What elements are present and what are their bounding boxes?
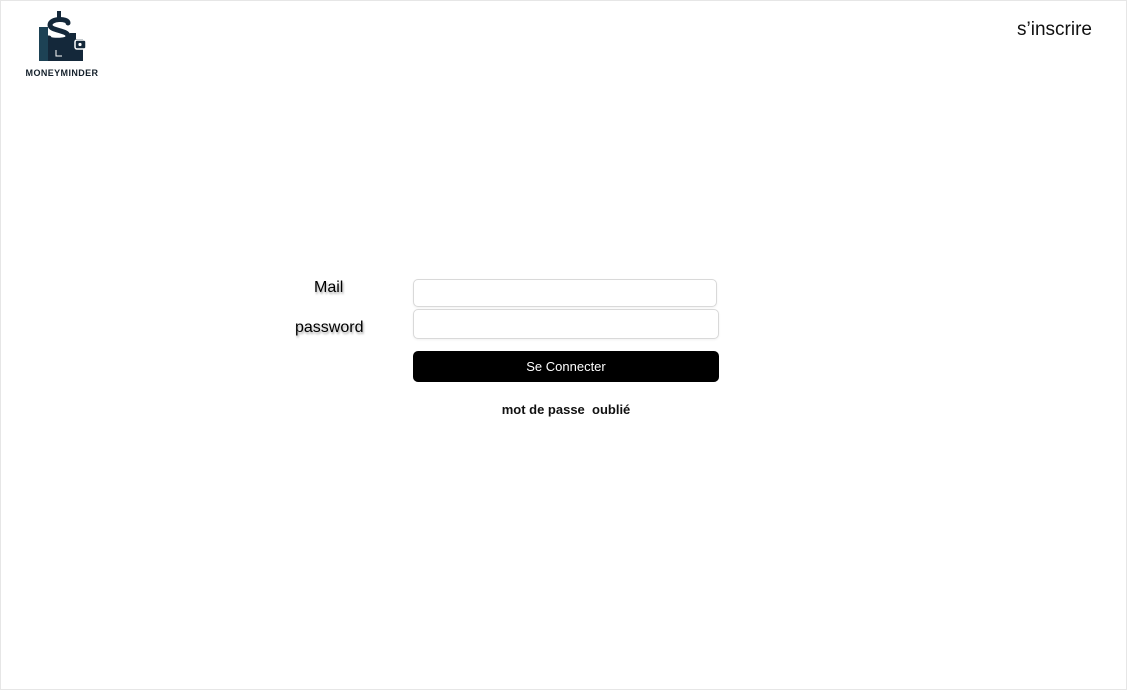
- mail-label: Mail: [314, 279, 344, 296]
- connect-button[interactable]: Se Connecter: [413, 351, 719, 382]
- logo[interactable]: MONEYMINDER: [23, 9, 101, 81]
- forgot-password-link[interactable]: mot de passe oublié: [413, 402, 719, 417]
- password-input[interactable]: [413, 309, 719, 339]
- login-page: MONEYMINDER s’inscrire Mail password Se …: [0, 0, 1127, 690]
- signup-link[interactable]: s’inscrire: [1017, 19, 1092, 41]
- wallet-dollar-icon: [39, 11, 87, 61]
- password-label: password: [295, 319, 364, 336]
- logo-text: MONEYMINDER: [25, 68, 99, 78]
- mail-input[interactable]: [413, 279, 717, 307]
